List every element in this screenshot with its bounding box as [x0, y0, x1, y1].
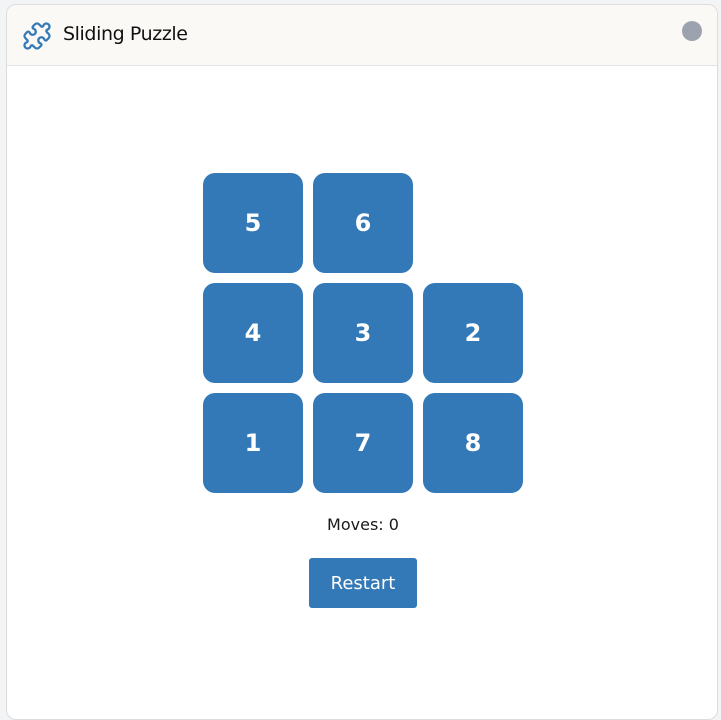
puzzle-tile-6[interactable]: 6: [313, 173, 413, 273]
title-bar: Sliding Puzzle: [7, 5, 717, 66]
puzzle-piece-icon: [22, 21, 52, 51]
puzzle-tile-5[interactable]: 5: [203, 173, 303, 273]
puzzle-tile-3[interactable]: 3: [313, 283, 413, 383]
puzzle-tile-4[interactable]: 4: [203, 283, 303, 383]
app-window: Sliding Puzzle 56432 178 Moves: 0 Restart: [6, 4, 718, 720]
restart-button[interactable]: Restart: [309, 558, 417, 608]
moves-counter: Moves: 0: [327, 515, 399, 534]
window-status-dot[interactable]: [682, 21, 702, 41]
puzzle-tile-2[interactable]: 2: [423, 283, 523, 383]
puzzle-tile-1[interactable]: 1: [203, 393, 303, 493]
puzzle-tile-7[interactable]: 7: [313, 393, 413, 493]
puzzle-board: 56432 178: [203, 173, 523, 493]
window-title: Sliding Puzzle: [63, 23, 188, 45]
puzzle-tile-8[interactable]: 8: [423, 393, 523, 493]
